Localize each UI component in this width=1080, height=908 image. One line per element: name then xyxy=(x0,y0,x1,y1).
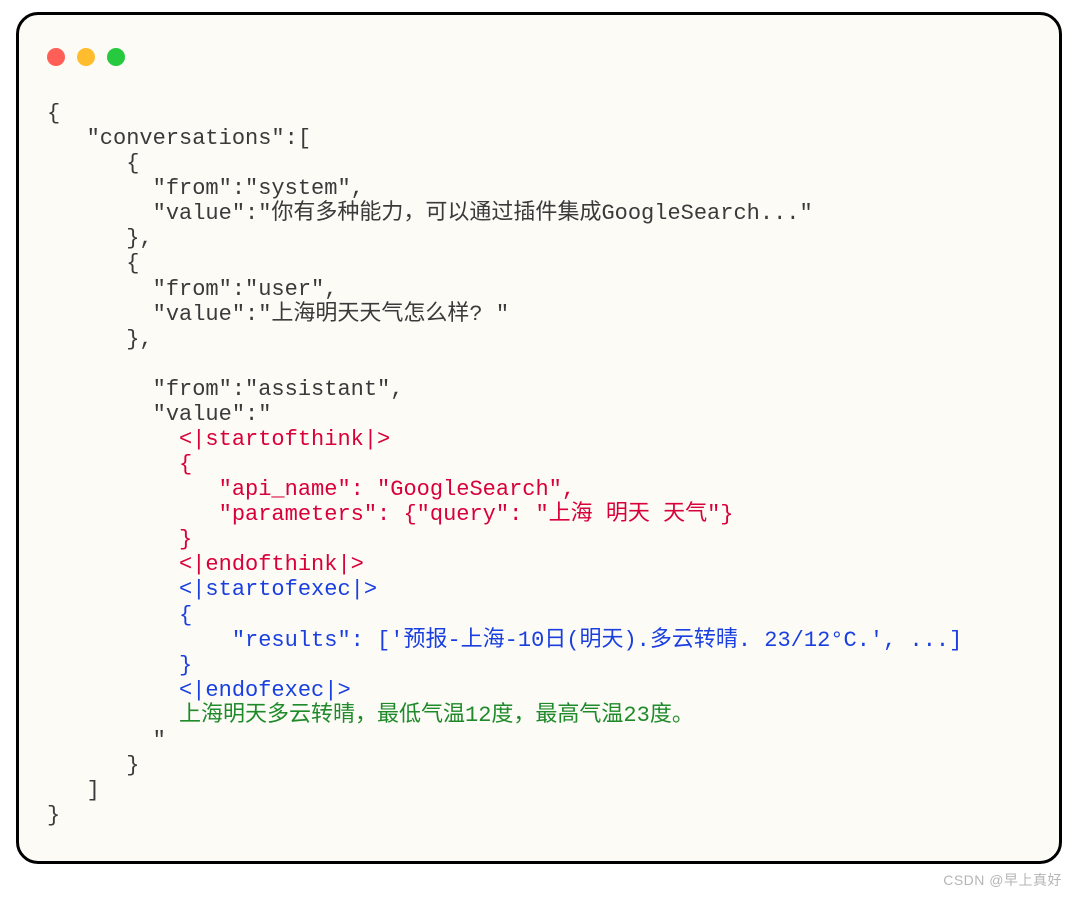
zoom-icon[interactable] xyxy=(107,48,125,66)
exec-block-line: } xyxy=(47,653,192,678)
exec-block-end: <|endofexec|> xyxy=(47,678,351,703)
code-line: { xyxy=(47,101,60,126)
code-line: "from":"assistant", xyxy=(47,377,403,402)
code-line: { xyxy=(47,151,139,176)
code-block: { "conversations":[ { "from":"system", "… xyxy=(19,79,1059,828)
code-line: " xyxy=(47,728,166,753)
think-block-line: "api_name": "GoogleSearch", xyxy=(47,477,575,502)
code-line: ] xyxy=(47,778,100,803)
code-line: "value":"你有多种能力，可以通过插件集成GoogleSearch..." xyxy=(47,201,813,226)
window-titlebar xyxy=(19,15,1059,79)
exec-block-start: <|startofexec|> xyxy=(47,577,377,602)
watermark-text: CSDN @早上真好 xyxy=(943,870,1062,890)
code-line: }, xyxy=(47,327,153,352)
code-line: "value":" xyxy=(47,402,271,427)
code-line: "from":"system", xyxy=(47,176,364,201)
answer-line: 上海明天多云转晴，最低气温12度，最高气温23度。 xyxy=(47,703,694,728)
code-line: }, xyxy=(47,226,153,251)
code-window: { "conversations":[ { "from":"system", "… xyxy=(16,12,1062,864)
code-line: } xyxy=(47,803,60,828)
close-icon[interactable] xyxy=(47,48,65,66)
think-block-line: { xyxy=(47,452,192,477)
exec-block-line: "results": ['预报-上海-10日(明天).多云转晴. 23/12°C… xyxy=(47,628,962,653)
code-line: "conversations":[ xyxy=(47,126,311,151)
exec-block-line: { xyxy=(47,603,192,628)
code-line: "from":"user", xyxy=(47,277,337,302)
minimize-icon[interactable] xyxy=(77,48,95,66)
think-block-line: } xyxy=(47,527,192,552)
code-line: "value":"上海明天天气怎么样? " xyxy=(47,302,509,327)
code-line: { xyxy=(47,251,139,276)
think-block-end: <|endofthink|> xyxy=(47,552,364,577)
code-line: } xyxy=(47,753,139,778)
think-block-line: "parameters": {"query": "上海 明天 天气"} xyxy=(47,502,734,527)
think-block-start: <|startofthink|> xyxy=(47,427,390,452)
